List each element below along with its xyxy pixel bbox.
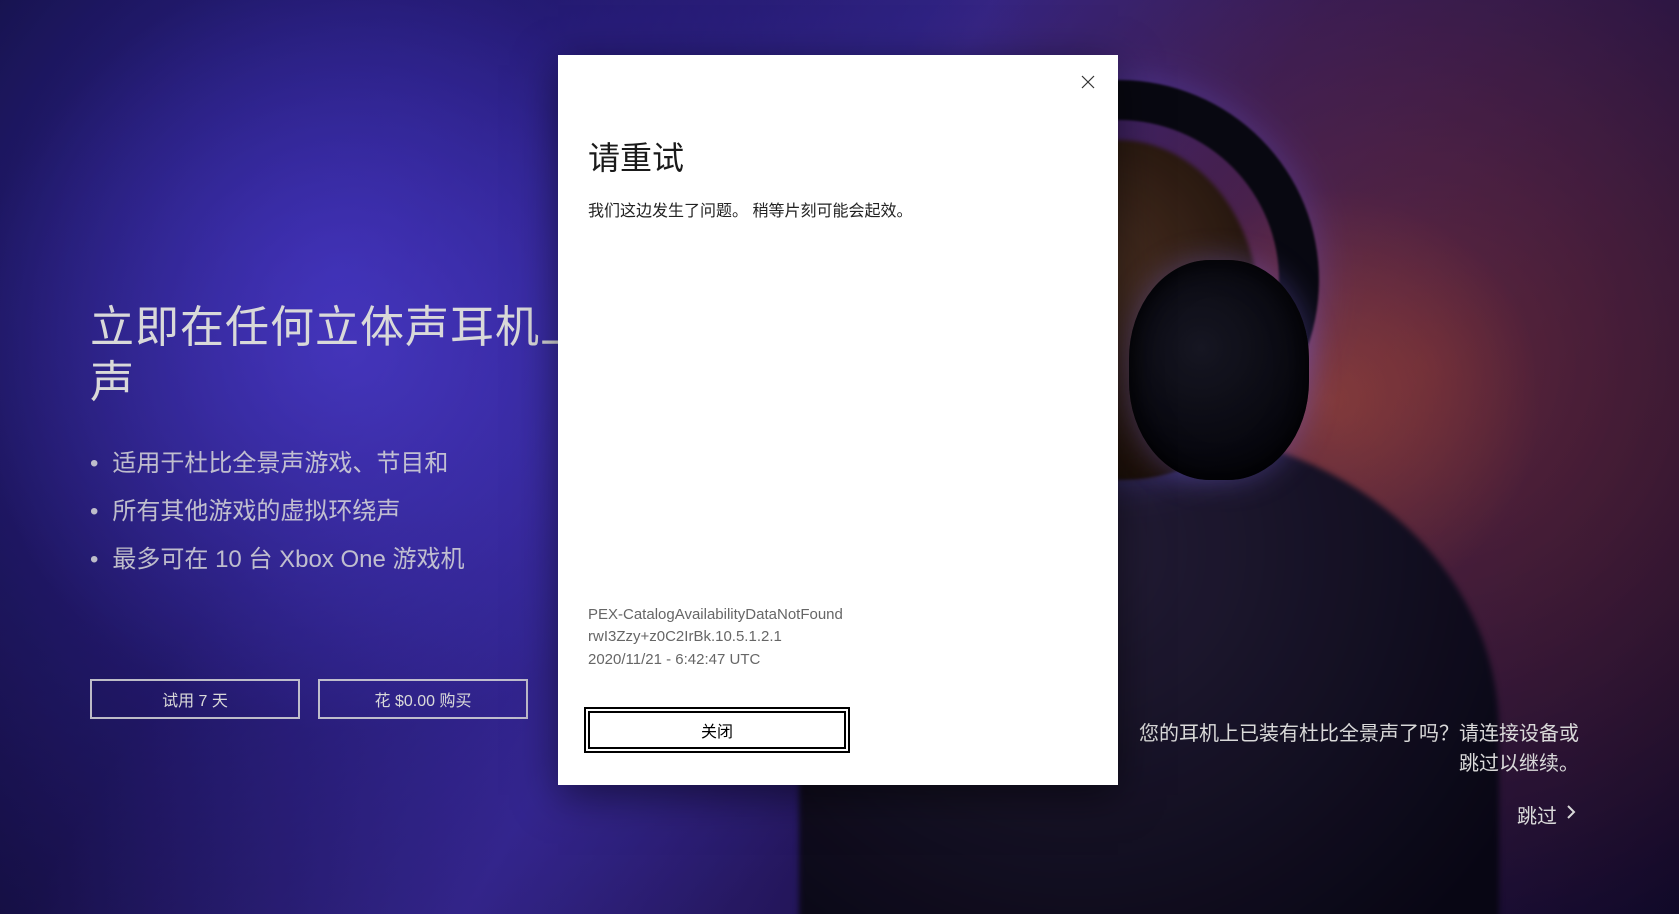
close-icon [1081, 75, 1095, 92]
dialog-close-primary-button[interactable]: 关闭 [588, 711, 846, 749]
debug-timestamp: 2020/11/21 - 6:42:47 UTC [588, 649, 1088, 672]
error-dialog: 请重试 我们这边发生了问题。 稍等片刻可能会起效。 PEX-CatalogAva… [558, 55, 1118, 785]
dialog-title: 请重试 [588, 133, 1088, 179]
dialog-debug-info: PEX-CatalogAvailabilityDataNotFound rwI3… [588, 604, 1088, 692]
debug-correlation-id: rwI3Zzy+z0C2IrBk.10.5.1.2.1 [588, 626, 1088, 649]
debug-error-code: PEX-CatalogAvailabilityDataNotFound [588, 604, 1088, 627]
dialog-close-button[interactable] [1072, 67, 1104, 99]
dialog-message: 我们这边发生了问题。 稍等片刻可能会起效。 [588, 197, 1088, 221]
